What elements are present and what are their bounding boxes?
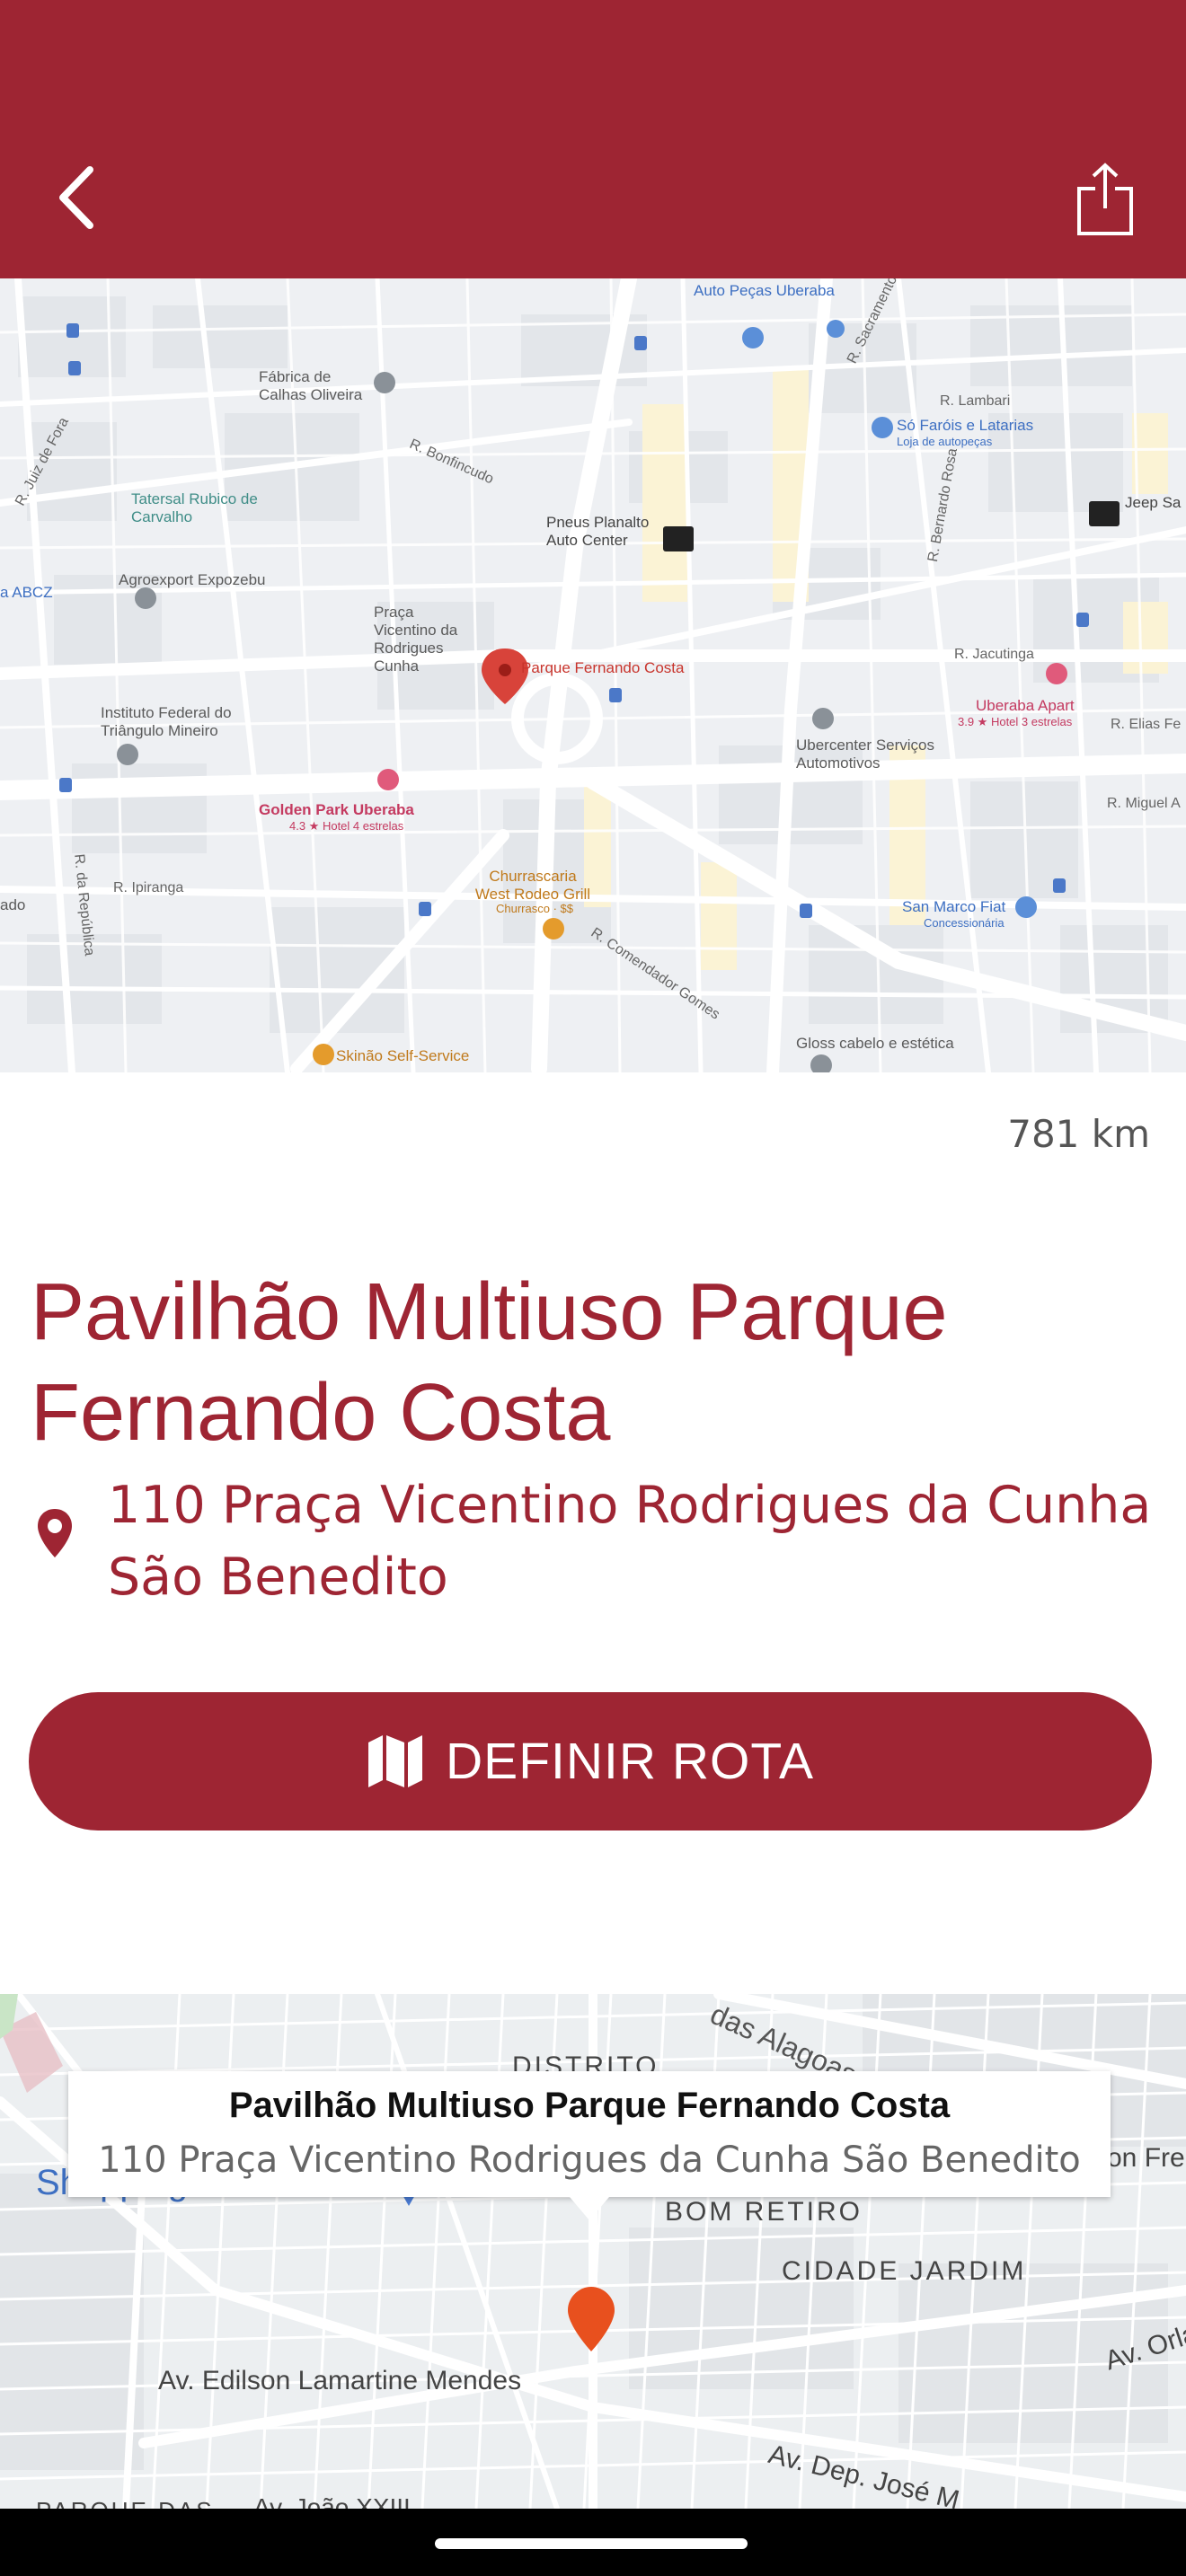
back-button[interactable] [45, 157, 108, 238]
address-text: 110 Praça Vicentino Rodrigues da Cunha S… [108, 1469, 1159, 1613]
map-label: Uberaba Apart [976, 697, 1075, 714]
address-line-2: São Benedito [108, 1548, 448, 1607]
app-header [0, 0, 1186, 278]
map-label: Av. João XXIII [253, 2493, 411, 2509]
map-label: Concessionária [924, 916, 1005, 930]
map-label: Agroexport Expozebu [119, 571, 266, 588]
map-label: BOM RETIRO [665, 2197, 863, 2227]
map-label: Instituto Federal do Triângulo Mineiro [101, 704, 232, 739]
map-label: Praça Vicentino da Rodrigues Cunha [374, 604, 458, 675]
map-icon [368, 1735, 423, 1787]
distance-label: 781 km [1007, 1112, 1150, 1156]
map-label: Só Faróis e Latarias [897, 417, 1034, 434]
map-label: Auto Peças Uberaba [694, 282, 835, 299]
map-label: Skinão Self-Service [336, 1047, 470, 1064]
map-label: PARQUE DAS [36, 2497, 215, 2509]
venue-map[interactable]: Fábrica de Calhas Oliveira Tatersal Rubi… [0, 278, 1186, 1072]
map-label: R. Jacutinga [954, 647, 1034, 662]
share-button[interactable] [1069, 154, 1141, 244]
map-label: 4.3 ★ Hotel 4 estrelas [289, 819, 404, 833]
map-label: Jeep Sa [1125, 494, 1182, 511]
map-label: R. Ipiranga [113, 880, 184, 895]
info-window-pointer [570, 2197, 609, 2220]
map-label: R. Miguel A [1107, 796, 1181, 811]
map-label: Churrascaria West Rodeo Grill [474, 868, 591, 903]
map-label: Parque Fernando Costa [521, 659, 685, 676]
map-info-window[interactable]: Pavilhão Multiuso Parque Fernando Costa … [68, 2071, 1111, 2197]
map-label: Churrasco · $$ [496, 902, 573, 915]
info-window-title: Pavilhão Multiuso Parque Fernando Costa [228, 2086, 951, 2125]
map-label: R. Lambari [940, 393, 1011, 409]
define-route-label: DEFINIR ROTA [446, 1733, 814, 1790]
map-label: ado [0, 896, 26, 913]
home-indicator[interactable] [435, 2538, 748, 2549]
map-label: Av. Edilson Lamartine Mendes [158, 2366, 522, 2395]
chevron-left-icon [59, 166, 93, 229]
map-label: 3.9 ★ Hotel 3 estrelas [958, 715, 1073, 728]
venue-title: Pavilhão Multiuso Parque Fernando Costa [31, 1267, 948, 1459]
map-label: Ubercenter Serviços Automotivos [796, 737, 935, 772]
map-label: Pneus Planalto Auto Center [546, 514, 650, 549]
define-route-button[interactable]: DEFINIR ROTA [29, 1692, 1152, 1831]
location-pin-icon [38, 1509, 72, 1557]
map-label: CIDADE JARDIM [782, 2256, 1027, 2286]
map-label: R. Elias Fe [1111, 717, 1182, 732]
map-label: Golden Park Uberaba [259, 801, 414, 818]
map-label: Loja de autopeças [897, 435, 993, 448]
address-line-1: 110 Praça Vicentino Rodrigues da Cunha [108, 1476, 1152, 1535]
map-label: San Marco Fiat [902, 898, 1006, 915]
map-label: Fábrica de Calhas Oliveira [259, 368, 363, 403]
map-label: Gloss cabelo e estética [796, 1035, 954, 1052]
map-label: Tatersal Rubico de Carvalho [131, 490, 258, 525]
share-icon [1077, 163, 1133, 235]
map-label: on Fre [1107, 2143, 1185, 2173]
map-label: a ABCZ [0, 584, 53, 601]
info-window-address: 110 Praça Vicentino Rodrigues da Cunha S… [98, 2139, 1081, 2181]
